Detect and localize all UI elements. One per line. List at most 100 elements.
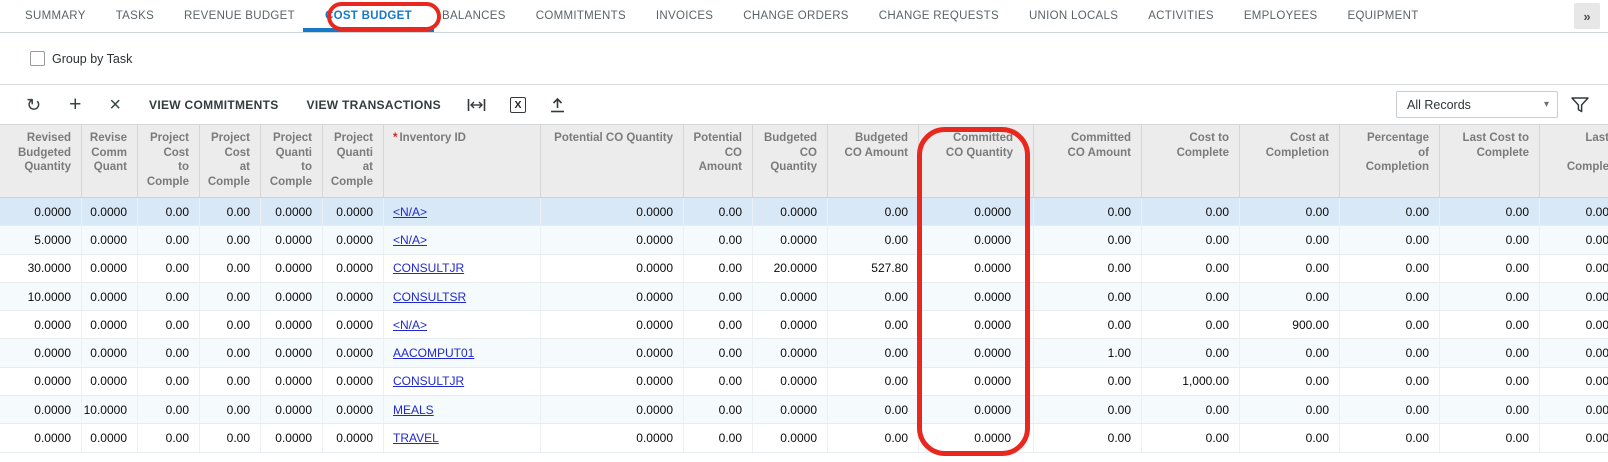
grid-cell[interactable]: 0.0000 [541,339,684,366]
grid-cell[interactable]: 0.0000 [261,339,323,366]
grid-cell[interactable]: 0.0000 [82,311,138,338]
grid-cell[interactable]: 0.00 [1142,226,1240,253]
grid-cell[interactable]: 0.00 [1240,368,1340,395]
grid-cell[interactable]: 0.00 [1440,396,1540,423]
inventory-id-cell[interactable]: <N/A> [384,226,541,253]
inventory-id-link[interactable]: CONSULTSR [393,290,466,304]
grid-cell[interactable]: 900.00 [1240,311,1340,338]
grid-cell[interactable]: 0.00 [200,339,261,366]
column-header-inventory-id[interactable]: *Inventory ID [384,125,541,197]
grid-cell[interactable]: 0.00 [1142,396,1240,423]
grid-cell[interactable]: 0.0000 [541,311,684,338]
grid-cell[interactable]: 0.00 [684,283,753,310]
grid-cell[interactable]: 0.00 [684,339,753,366]
delete-row-button[interactable]: × [95,85,135,125]
grid-cell[interactable]: 0.0000 [261,283,323,310]
grid-cell[interactable]: 0.00 [1440,255,1540,282]
tab-commitments[interactable]: COMMITMENTS [521,0,641,32]
inventory-id-link[interactable]: AACOMPUT01 [393,346,474,360]
grid-cell[interactable]: 0.00 [200,368,261,395]
grid-cell[interactable]: 0.00 [828,396,919,423]
column-header-cost-to[interactable]: Cost to Complete [1142,125,1240,197]
grid-cell[interactable]: 20.0000 [753,255,828,282]
inventory-id-cell[interactable]: AACOMPUT01 [384,339,541,366]
column-header-percentage[interactable]: Percentage of Completion [1340,125,1440,197]
grid-cell[interactable]: 0.0000 [919,226,1034,253]
tab-summary[interactable]: SUMMARY [10,0,101,32]
grid-cell[interactable]: 0.0000 [82,424,138,451]
grid-cell[interactable]: 0.0000 [919,198,1034,225]
grid-cell[interactable]: 0.0000 [753,396,828,423]
inventory-id-link[interactable]: CONSULTJR [393,261,464,275]
table-row[interactable]: 0.00000.00000.000.000.00000.0000TRAVEL0.… [0,424,1608,452]
tab-revenue-budget[interactable]: REVENUE BUDGET [169,0,310,32]
grid-cell[interactable]: 0.0000 [919,283,1034,310]
grid-cell[interactable]: 0.00 [828,424,919,451]
grid-cell[interactable]: 0.0000 [0,424,82,451]
grid-cell[interactable]: 0.00 [828,283,919,310]
grid-cell[interactable]: 0.0000 [919,396,1034,423]
table-row[interactable]: 0.00000.00000.000.000.00000.0000CONSULTJ… [0,368,1608,396]
grid-cell[interactable]: 0.00 [828,198,919,225]
grid-cell[interactable]: 0.0000 [919,339,1034,366]
column-header-potential[interactable]: Potential CO Amount [684,125,753,197]
view-commitments-button[interactable]: VIEW COMMITMENTS [135,85,292,125]
grid-cell[interactable]: 0.00 [684,255,753,282]
view-transactions-button[interactable]: VIEW TRANSACTIONS [293,85,455,125]
grid-cell[interactable]: 0.0000 [261,226,323,253]
grid-cell[interactable]: 0.00 [138,339,200,366]
grid-cell[interactable]: 0.00 [684,368,753,395]
grid-cell[interactable]: 0.0000 [0,396,82,423]
grid-cell[interactable]: 0.0000 [753,198,828,225]
tab-tasks[interactable]: TASKS [101,0,169,32]
records-filter-dropdown[interactable]: All Records ▾ [1396,91,1558,118]
grid-cell[interactable]: 0.0000 [323,311,384,338]
grid-cell[interactable]: 0.00 [1440,198,1540,225]
grid-cell[interactable]: 5.0000 [0,226,82,253]
grid-cell[interactable]: 0.00 [828,311,919,338]
grid-cell[interactable]: 0.0000 [753,339,828,366]
inventory-id-cell[interactable]: MEALS [384,396,541,423]
grid-cell[interactable]: 0.00 [828,368,919,395]
grid-cell[interactable]: 0.0000 [0,311,82,338]
grid-cell[interactable]: 0.00 [1340,424,1440,451]
grid-cell[interactable]: 0.00 [1440,339,1540,366]
table-row[interactable]: 10.00000.00000.000.000.00000.0000CONSULT… [0,283,1608,311]
grid-cell[interactable]: 0.00 [1240,198,1340,225]
tab-invoices[interactable]: INVOICES [641,0,728,32]
grid-cell[interactable]: 30.0000 [0,255,82,282]
grid-cell[interactable]: 0.0000 [541,283,684,310]
grid-cell[interactable]: 0.00 [1440,424,1540,451]
grid-cell[interactable]: 0.00 [1240,255,1340,282]
grid-cell[interactable]: 0.0000 [323,255,384,282]
grid-cell[interactable]: 0.00 [1440,226,1540,253]
tab-overflow-button[interactable]: » [1574,3,1600,29]
grid-cell[interactable]: 0.00 [1340,396,1440,423]
grid-cell[interactable]: 0.00 [1142,283,1240,310]
grid-cell[interactable]: 0.0000 [753,283,828,310]
grid-cell[interactable]: 0.00 [1540,311,1608,338]
grid-cell[interactable]: 0.00 [1540,226,1608,253]
grid-cell[interactable]: 0.00 [1240,226,1340,253]
column-header-revise[interactable]: Revise Comm Quant [82,125,138,197]
grid-cell[interactable]: 0.0000 [261,368,323,395]
upload-button[interactable] [538,85,577,125]
grid-cell[interactable]: 10.0000 [82,396,138,423]
grid-cell[interactable]: 0.0000 [323,424,384,451]
grid-cell[interactable]: 0.00 [1340,339,1440,366]
grid-cell[interactable]: 0.0000 [541,198,684,225]
table-row[interactable]: 0.00000.00000.000.000.00000.0000<N/A>0.0… [0,198,1608,226]
tab-equipment[interactable]: EQUIPMENT [1332,0,1433,32]
column-header-committed[interactable]: Committed CO Amount [1034,125,1142,197]
grid-cell[interactable]: 0.00 [200,283,261,310]
column-header-project[interactable]: Project Cost to Comple [138,125,200,197]
column-header-last[interactable]: Last Comple [1540,125,1608,197]
grid-cell[interactable]: 1,000.00 [1142,368,1240,395]
grid-cell[interactable]: 0.0000 [82,198,138,225]
grid-cell[interactable]: 0.00 [138,255,200,282]
column-header-budgeted[interactable]: Budgeted CO Quantity [753,125,828,197]
fit-column-width-button[interactable] [455,85,498,125]
column-header-committed[interactable]: Committed CO Quantity [919,125,1034,197]
grid-cell[interactable]: 0.00 [1340,255,1440,282]
grid-cell[interactable]: 0.0000 [261,396,323,423]
